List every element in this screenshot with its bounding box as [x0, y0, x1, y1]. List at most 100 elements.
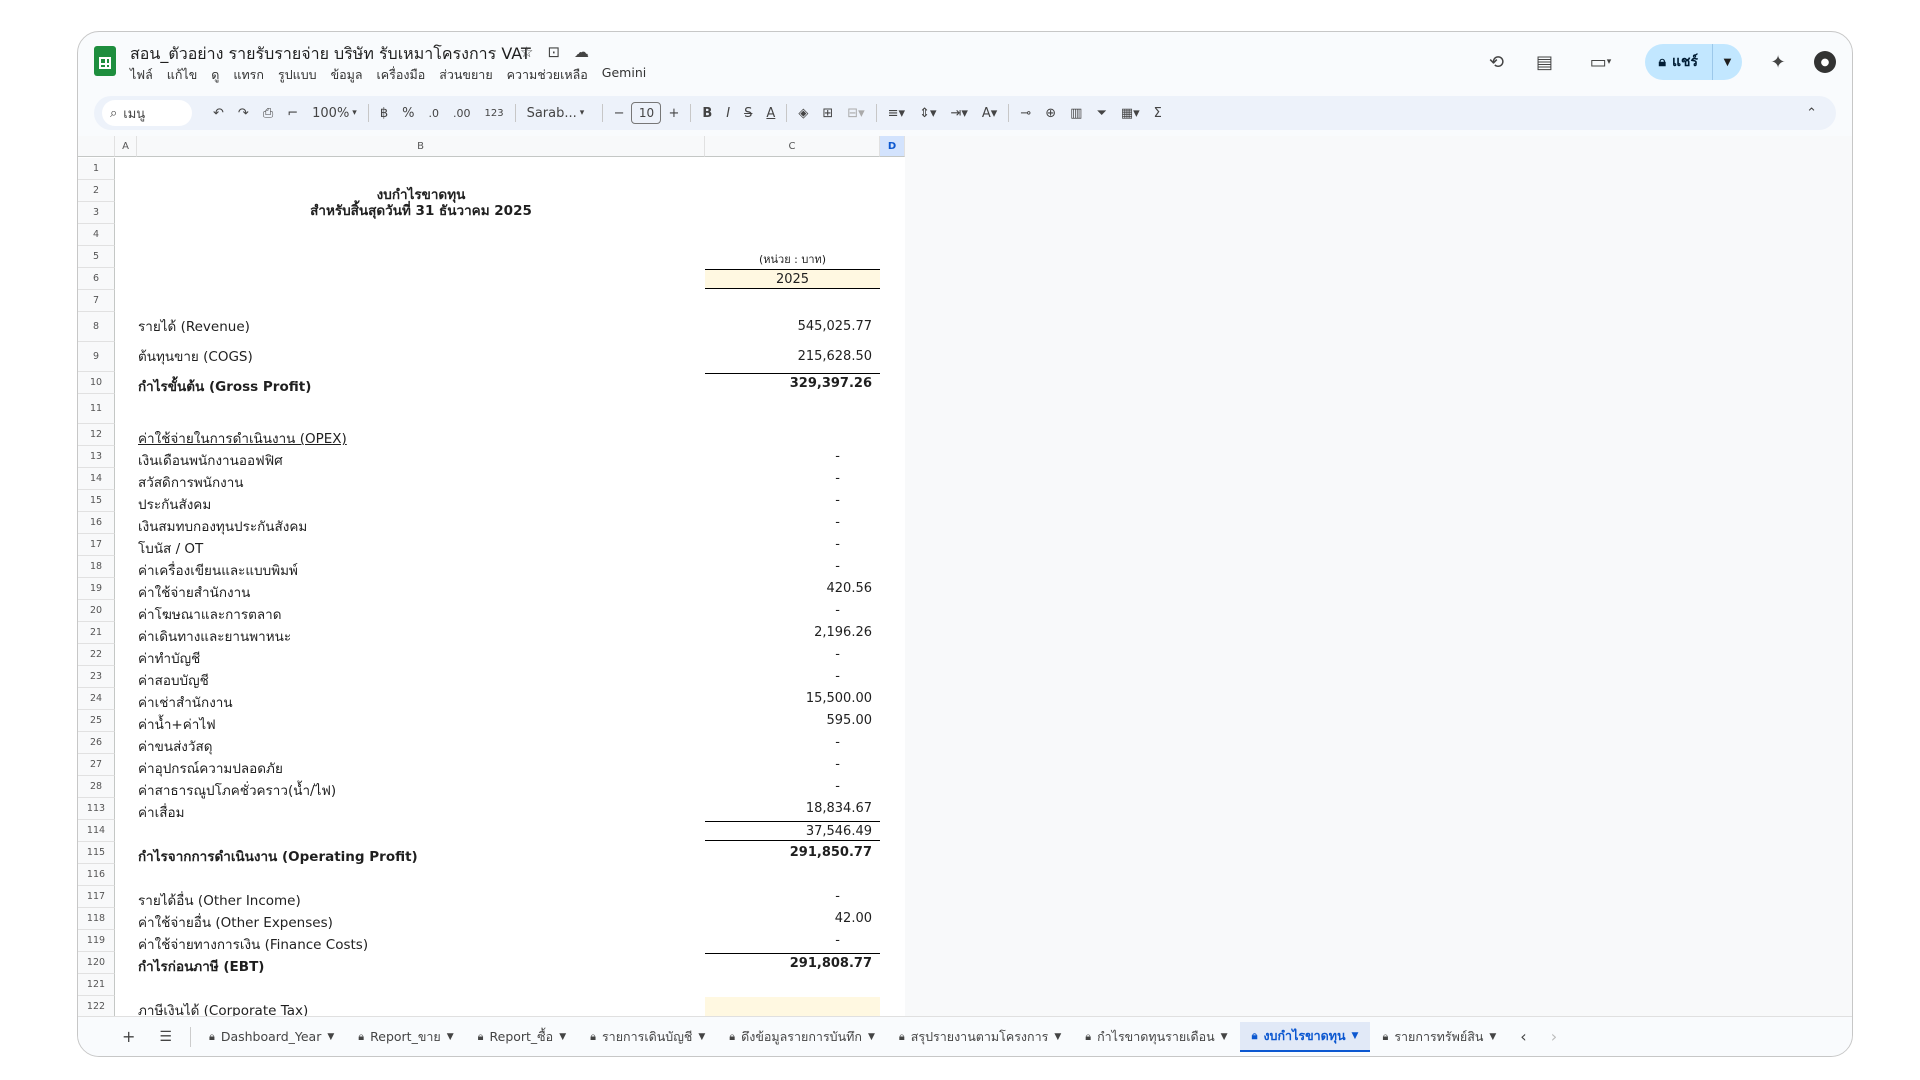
row-header[interactable]: 118: [78, 908, 115, 930]
sheet-tab-menu-icon[interactable]: ▼: [1221, 1032, 1228, 1042]
sheet-tab-menu-icon[interactable]: ▼: [1489, 1032, 1496, 1042]
row-header[interactable]: 15: [78, 490, 115, 512]
row-value[interactable]: 545,025.77: [705, 313, 880, 341]
row-label[interactable]: ค่าสอบบัญชี: [138, 669, 209, 691]
row-header[interactable]: 121: [78, 974, 115, 996]
font-size-input[interactable]: 10: [631, 102, 662, 124]
fill-color-icon[interactable]: ◈: [791, 106, 815, 121]
sheets-logo-icon[interactable]: [94, 46, 116, 76]
row-value[interactable]: 15,500.00: [705, 689, 880, 709]
scroll-right-icon[interactable]: ›: [1539, 1022, 1569, 1052]
row-value[interactable]: 18,834.67: [705, 799, 880, 819]
row-label[interactable]: ค่าน้ำ+ค่าไฟ: [138, 713, 216, 735]
row-value[interactable]: -: [705, 645, 880, 665]
row-header[interactable]: 11: [78, 394, 115, 424]
row-header[interactable]: 5: [78, 246, 115, 268]
sheet-tab[interactable]: 🔒︎ รายการทรัพย์สิน ▼: [1370, 1022, 1508, 1052]
row-header[interactable]: 22: [78, 644, 115, 666]
bold-icon[interactable]: B: [695, 106, 719, 121]
cloud-status-icon[interactable]: ☁: [574, 43, 589, 61]
sheet-tab[interactable]: 🔒︎ Report_ซื้อ ▼: [466, 1022, 578, 1052]
row-header[interactable]: 14: [78, 468, 115, 490]
row-value[interactable]: 595.00: [705, 711, 880, 731]
sheet-tab[interactable]: 🔒︎ งบกำไรขาดทุน ▼: [1239, 1021, 1371, 1052]
sheet-tab-menu-icon[interactable]: ▼: [698, 1032, 705, 1042]
row-value[interactable]: -: [705, 535, 880, 555]
move-folder-icon[interactable]: ⊡: [547, 43, 560, 61]
row-value[interactable]: -: [705, 777, 880, 797]
sheet-tab-menu-icon[interactable]: ▼: [1352, 1031, 1359, 1041]
menu-item[interactable]: แก้ไข: [167, 65, 197, 85]
row-label[interactable]: ค่าใช้จ่ายสำนักงาน: [138, 581, 250, 603]
row-value[interactable]: -: [705, 887, 880, 907]
functions-icon[interactable]: Σ: [1147, 106, 1169, 121]
increase-decimal-button[interactable]: .00: [446, 107, 478, 120]
row-label[interactable]: ค่าใช้จ่ายทางการเงิน (Finance Costs): [138, 933, 368, 955]
filter-icon[interactable]: ⏷: [1089, 106, 1113, 121]
row-value[interactable]: 42.00: [705, 909, 880, 929]
row-label[interactable]: โบนัส / OT: [138, 537, 203, 559]
row-label[interactable]: รายได้ (Revenue): [138, 315, 250, 337]
menu-item[interactable]: ส่วนขยาย: [439, 65, 492, 85]
insert-chart-icon[interactable]: ▥: [1063, 106, 1089, 121]
vertical-align-icon[interactable]: ⇕▾: [912, 106, 943, 121]
row-header[interactable]: 23: [78, 666, 115, 688]
row-header[interactable]: 8: [78, 312, 115, 342]
row-header[interactable]: 119: [78, 930, 115, 952]
row-label[interactable]: กำไรขั้นต้น (Gross Profit): [138, 375, 311, 397]
share-button[interactable]: 🔒︎ แชร์: [1645, 44, 1713, 80]
row-header[interactable]: 20: [78, 600, 115, 622]
row-value[interactable]: 291,808.77: [705, 953, 880, 973]
menu-item[interactable]: ไฟล์: [130, 65, 153, 85]
row-header[interactable]: 122: [78, 996, 115, 1018]
row-header[interactable]: 27: [78, 754, 115, 776]
row-header[interactable]: 18: [78, 556, 115, 578]
text-rotate-icon[interactable]: A▾: [975, 106, 1004, 121]
print-icon[interactable]: ⎙: [256, 106, 280, 121]
row-value[interactable]: 215,628.50: [705, 343, 880, 371]
row-header[interactable]: 21: [78, 622, 115, 644]
menu-item[interactable]: ความช่วยเหลือ: [507, 65, 588, 85]
font-size-decrease-icon[interactable]: −: [607, 106, 632, 121]
row-label[interactable]: ค่าเครื่องเขียนและแบบพิมพ์: [138, 559, 298, 581]
row-value[interactable]: 329,397.26: [705, 373, 880, 393]
row-value[interactable]: -: [705, 557, 880, 577]
row-value[interactable]: [705, 997, 880, 1017]
star-icon[interactable]: ☆: [520, 43, 533, 61]
sheet-tab-menu-icon[interactable]: ▼: [559, 1032, 566, 1042]
row-label[interactable]: กำไรก่อนภาษี (EBT): [138, 955, 264, 977]
menu-search-input[interactable]: ⌕ เมนู: [102, 100, 192, 126]
row-label[interactable]: ค่าใช้จ่ายอื่น (Other Expenses): [138, 911, 333, 933]
sheet-tab[interactable]: 🔒︎ กำไรขาดทุนรายเดือน ▼: [1073, 1022, 1239, 1052]
row-label[interactable]: รายได้อื่น (Other Income): [138, 889, 301, 911]
all-sheets-icon[interactable]: ☰: [147, 1022, 184, 1052]
row-label[interactable]: ค่าทำบัญชี: [138, 647, 200, 669]
italic-icon[interactable]: I: [719, 106, 737, 121]
row-header[interactable]: 28: [78, 776, 115, 798]
share-dropdown-icon[interactable]: ▼: [1712, 44, 1742, 80]
decrease-decimal-button[interactable]: .0: [421, 107, 446, 120]
scroll-left-icon[interactable]: ‹: [1508, 1022, 1538, 1052]
row-label[interactable]: ค่าเดินทางและยานพาหนะ: [138, 625, 291, 647]
row-label[interactable]: ค่าอุปกรณ์ความปลอดภัย: [138, 757, 283, 779]
menu-item[interactable]: ดู: [211, 65, 219, 85]
row-label[interactable]: ประกันสังคม: [138, 493, 211, 515]
row-label[interactable]: สวัสดิการพนักงาน: [138, 471, 244, 493]
row-value[interactable]: 291,850.77: [705, 843, 880, 863]
sheet-tab[interactable]: 🔒︎ รายการเดินบัญชี ▼: [578, 1022, 717, 1052]
row-value[interactable]: -: [705, 667, 880, 687]
undo-icon[interactable]: ↶: [206, 106, 231, 121]
sheet-tab[interactable]: 🔒︎ ดึงข้อมูลรายการบันทึก ▼: [717, 1022, 887, 1052]
row-value[interactable]: -: [705, 733, 880, 753]
row-value[interactable]: -: [705, 491, 880, 511]
insert-link-icon[interactable]: ⊸: [1013, 106, 1038, 121]
year-header[interactable]: 2025: [705, 269, 880, 289]
merge-cells-icon[interactable]: ⊟▾: [840, 106, 871, 121]
row-header[interactable]: 1: [78, 158, 115, 180]
insert-comment-icon[interactable]: ⊕: [1038, 106, 1063, 121]
filter-views-icon[interactable]: ▦▾: [1114, 106, 1147, 121]
sheet-tab-menu-icon[interactable]: ▼: [1054, 1032, 1061, 1042]
row-header[interactable]: 24: [78, 688, 115, 710]
row-value[interactable]: -: [705, 513, 880, 533]
menu-item[interactable]: Gemini: [602, 65, 646, 85]
